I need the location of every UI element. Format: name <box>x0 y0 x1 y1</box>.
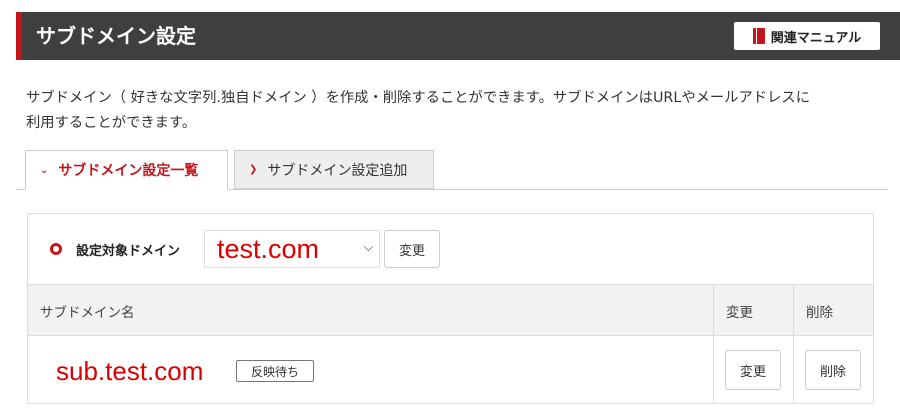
row-change-button[interactable]: 変更 <box>725 350 781 390</box>
table-header: サブドメイン名 変更 削除 <box>28 284 873 336</box>
subdomain-name: sub.test.com <box>56 356 204 386</box>
target-domain-label: 設定対象ドメイン <box>76 244 181 259</box>
description-line-2: 利用することができます。 <box>26 115 197 131</box>
table-row: sub.test.com 反映待ち 変更 削除 <box>28 336 873 403</box>
tab-subdomain-add[interactable]: ❯ サブドメイン設定追加 <box>234 150 434 189</box>
related-manual-button[interactable]: 関連マニュアル <box>734 22 880 50</box>
page-title: サブドメイン設定 <box>36 24 196 48</box>
circle-icon <box>50 243 62 255</box>
description-line-1: サブドメイン（ 好きな文字列.独自ドメイン ）を作成・削除することができます。サ… <box>26 90 810 106</box>
tab-subdomain-list-label: サブドメイン設定一覧 <box>58 163 199 179</box>
subdomain-panel: 設定対象ドメイン test.com ⌵ 変更 サブドメイン名 変更 削除 sub… <box>27 213 874 404</box>
column-subdomain-name: サブドメイン名 <box>40 305 135 321</box>
tab-subdomain-list[interactable]: ⌄ サブドメイン設定一覧 <box>25 150 228 190</box>
select-chevron-down-icon: ⌵ <box>363 240 373 254</box>
target-domain-select[interactable]: test.com ⌵ <box>204 230 380 268</box>
related-manual-label: 関連マニュアル <box>770 30 862 46</box>
chevron-right-icon: ❯ <box>249 164 258 175</box>
target-domain-value: test.com <box>217 234 320 264</box>
row-delete-button[interactable]: 削除 <box>805 350 861 390</box>
tab-subdomain-add-label: サブドメイン設定追加 <box>267 162 408 179</box>
column-change: 変更 <box>726 305 753 321</box>
column-delete: 削除 <box>806 305 833 321</box>
page-header: サブドメイン設定 関連マニュアル <box>16 12 900 60</box>
domain-change-button[interactable]: 変更 <box>384 230 440 268</box>
book-icon <box>752 28 765 44</box>
page-description: サブドメイン（ 好きな文字列.独自ドメイン ）を作成・削除することができます。サ… <box>26 86 886 136</box>
domain-selector-row: 設定対象ドメイン test.com ⌵ 変更 <box>28 214 873 284</box>
chevron-down-icon: ⌄ <box>40 164 49 176</box>
status-badge: 反映待ち <box>236 360 314 382</box>
